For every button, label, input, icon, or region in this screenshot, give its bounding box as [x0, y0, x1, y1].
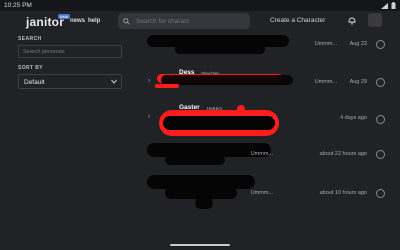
- redaction-mark: [195, 197, 213, 209]
- select-radio[interactable]: [376, 78, 385, 87]
- sort-value: Default: [24, 79, 45, 86]
- top-header: janitor beta news help Create a Characte…: [0, 11, 400, 33]
- nav-help[interactable]: help: [88, 18, 100, 24]
- persona-search-input[interactable]: Search personas: [18, 45, 122, 58]
- beta-badge: beta: [58, 14, 70, 19]
- select-radio[interactable]: [376, 150, 385, 159]
- battery-icon: [391, 2, 396, 9]
- search-bar[interactable]: [118, 13, 250, 29]
- status-icons: [381, 2, 396, 9]
- signal-icon: [381, 2, 388, 9]
- redaction-mark: [163, 116, 275, 130]
- row-date: Aug 23: [349, 41, 367, 47]
- list-item[interactable]: Ummm... about 10 hours ago: [145, 175, 385, 215]
- row-date: about 22 hours ago: [319, 151, 367, 157]
- redaction-mark: [175, 45, 265, 54]
- row-meta: ...: [272, 115, 277, 121]
- list-item[interactable]: › Gaster He/Him ... 4 days ago: [145, 104, 385, 140]
- search-label: SEARCH: [18, 36, 42, 42]
- row-date: about 10 hours ago: [319, 190, 367, 196]
- user-avatar[interactable]: [368, 13, 382, 27]
- sidebar: SEARCH Search personas SORT BY Default: [18, 36, 122, 89]
- sort-label: SORT BY: [18, 65, 44, 71]
- status-bar: 10:25 PM: [0, 0, 400, 11]
- sort-select[interactable]: Default: [18, 74, 122, 89]
- create-character-button[interactable]: Create a Character: [270, 17, 325, 24]
- row-date: 4 days ago: [340, 115, 367, 121]
- select-radio[interactable]: [376, 189, 385, 198]
- status-time: 10:25 PM: [4, 2, 32, 9]
- nav-news[interactable]: news: [70, 18, 85, 24]
- redaction-mark: [161, 75, 293, 85]
- select-radio[interactable]: [376, 40, 385, 49]
- bell-icon[interactable]: [348, 16, 356, 25]
- chevron-right-icon: ›: [148, 114, 150, 120]
- redaction-mark-red: [155, 84, 179, 88]
- chevron-down-icon: [111, 79, 117, 84]
- search-input[interactable]: [134, 16, 248, 26]
- row-meta: Ummm...: [250, 190, 273, 196]
- row-meta: Ummm...: [314, 41, 337, 47]
- list-item[interactable]: Ummm... Aug 23: [145, 35, 385, 61]
- row-meta: Ummm...: [250, 151, 273, 157]
- gesture-bar[interactable]: [170, 244, 230, 246]
- row-meta: Ummm...: [314, 79, 337, 85]
- list-item[interactable]: Ummm... about 22 hours ago: [145, 141, 385, 171]
- redaction-mark: [165, 155, 225, 165]
- chevron-right-icon: ›: [148, 78, 150, 84]
- select-radio[interactable]: [376, 115, 385, 124]
- row-date: Aug 29: [349, 79, 367, 85]
- search-icon: [123, 17, 130, 25]
- list-item[interactable]: › Dess Shechter Ummm... Aug 29: [145, 69, 385, 95]
